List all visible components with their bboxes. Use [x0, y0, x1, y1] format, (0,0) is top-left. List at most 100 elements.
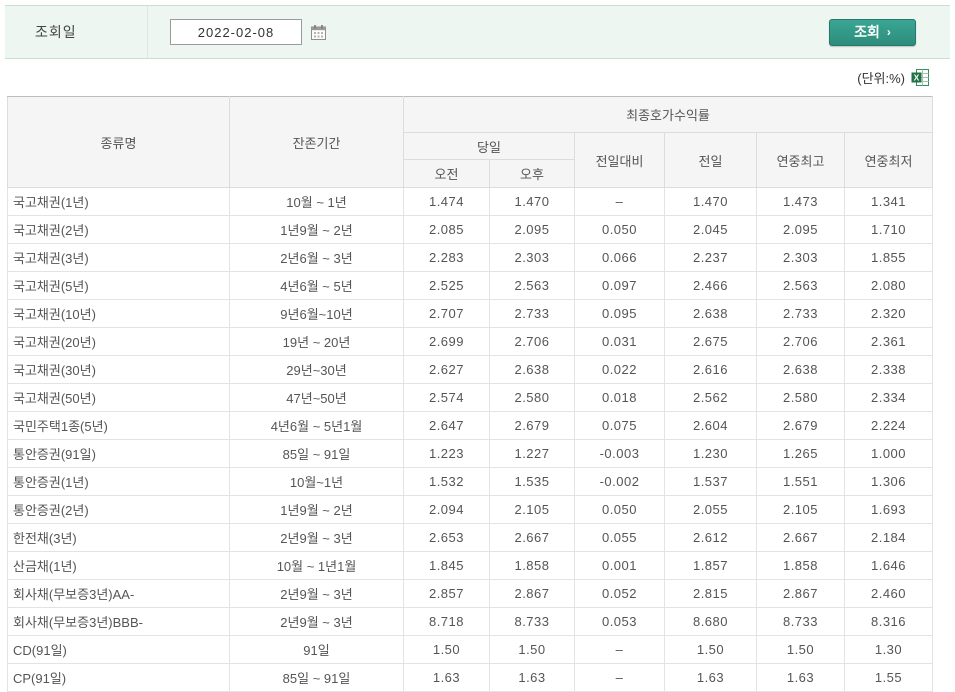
bar-divider	[147, 6, 148, 58]
table-row: 회사채(무보증3년)AA- 2년9월 ~ 3년 2.857 2.867 0.052 2.8…	[7, 579, 934, 608]
cell-yield-pm: 1.63	[489, 663, 575, 692]
cell-bond-name: 국고채권(5년)	[7, 271, 230, 300]
cell-year-high: 2.679	[756, 411, 845, 440]
yield-table: 종류명 잔존기간 최종호가수익률 당일 전일대비 전일 연중최고 연중최저 오전…	[7, 96, 934, 692]
cell-yield-am: 1.50	[403, 635, 490, 664]
cell-bond-name: 국고채권(20년)	[7, 327, 230, 356]
header-year-low: 연중최저	[843, 132, 934, 188]
table-row: 통안증권(2년) 1년9월 ~ 2년 2.094 2.105 0.050 2.055 2.1…	[7, 495, 934, 524]
table-row: 국고채권(5년) 4년6월 ~ 5년 2.525 2.563 0.097 2.466 2.5…	[7, 271, 934, 300]
cell-maturity: 2년9월 ~ 3년	[229, 523, 404, 552]
svg-text:X: X	[913, 72, 919, 82]
table-row: 한전채(3년) 2년9월 ~ 3년 2.653 2.667 0.055 2.612 2.66…	[7, 523, 934, 552]
cell-yield-am: 1.63	[403, 663, 490, 692]
cell-change: 0.053	[574, 607, 665, 636]
cell-prev-day: 1.537	[664, 467, 757, 496]
table-row: 국고채권(1년) 10월 ~ 1년 1.474 1.470–1.470 1.473 1.3…	[7, 187, 934, 216]
cell-yield-pm: 2.580	[489, 383, 575, 412]
unit-label: (단위:%)	[857, 71, 905, 86]
cell-yield-pm: 2.706	[489, 327, 575, 356]
cell-maturity: 10월 ~ 1년1월	[229, 551, 404, 580]
cell-prev-day: 1.63	[664, 663, 757, 692]
cell-yield-pm: 1.470	[489, 187, 575, 216]
cell-yield-am: 8.718	[403, 607, 490, 636]
cell-yield-pm: 1.858	[489, 551, 575, 580]
table-row: CP(91일) 85일 ~ 91일 1.63 1.63–1.63 1.63 1.55	[7, 663, 934, 692]
date-input[interactable]	[170, 19, 302, 45]
cell-maturity: 4년6월 ~ 5년1월	[229, 411, 404, 440]
cell-yield-am: 2.857	[403, 579, 490, 608]
cell-prev-day: 2.815	[664, 579, 757, 608]
cell-bond-name: CP(91일)	[7, 663, 230, 692]
cell-year-high: 1.50	[756, 635, 845, 664]
cell-maturity: 85일 ~ 91일	[229, 663, 404, 692]
search-button[interactable]: 조회 ›	[829, 18, 916, 46]
header-afternoon: 오후	[489, 159, 575, 188]
cell-yield-am: 2.085	[403, 215, 490, 244]
cell-year-low: 1.710	[843, 215, 934, 244]
cell-year-low: 8.316	[843, 607, 934, 636]
cell-yield-pm: 2.679	[489, 411, 575, 440]
cell-bond-name: 회사채(무보증3년)AA-	[7, 579, 230, 608]
cell-year-low: 2.460	[843, 579, 934, 608]
cell-bond-name: 산금채(1년)	[7, 551, 230, 580]
cell-yield-am: 1.845	[403, 551, 490, 580]
cell-year-high: 8.733	[756, 607, 845, 636]
cell-maturity: 2년6월 ~ 3년	[229, 243, 404, 272]
table-row: 회사채(무보증3년)BBB- 2년9월 ~ 3년 8.718 8.733 0.053 8.…	[7, 607, 934, 636]
cell-prev-day: 2.055	[664, 495, 757, 524]
excel-download-icon[interactable]: X	[910, 68, 930, 88]
header-vs-prev: 전일대비	[574, 132, 665, 188]
table-row: 국민주택1종(5년) 4년6월 ~ 5년1월 2.647 2.679 0.075 2.60…	[7, 411, 934, 440]
cell-change: 0.018	[574, 383, 665, 412]
cell-change: 0.001	[574, 551, 665, 580]
cell-year-low: 2.224	[843, 411, 934, 440]
cell-change: 0.052	[574, 579, 665, 608]
cell-change: 0.050	[574, 215, 665, 244]
header-bond-type: 종류명	[7, 96, 230, 188]
cell-prev-day: 2.616	[664, 355, 757, 384]
cell-year-low: 2.334	[843, 383, 934, 412]
cell-bond-name: 한전채(3년)	[7, 523, 230, 552]
cell-bond-name: 국고채권(10년)	[7, 299, 230, 328]
cell-year-high: 2.580	[756, 383, 845, 412]
cell-maturity: 2년9월 ~ 3년	[229, 607, 404, 636]
cell-yield-am: 2.627	[403, 355, 490, 384]
cell-change: -0.003	[574, 439, 665, 468]
cell-bond-name: 통안증권(2년)	[7, 495, 230, 524]
cell-prev-day: 2.466	[664, 271, 757, 300]
table-row: 국고채권(20년) 19년 ~ 20년 2.699 2.706 0.031 2.675 2.…	[7, 327, 934, 356]
cell-yield-am: 2.283	[403, 243, 490, 272]
cell-year-low: 1.855	[843, 243, 934, 272]
yield-table-body: 국고채권(1년) 10월 ~ 1년 1.474 1.470–1.470 1.473 1.3…	[7, 187, 934, 692]
header-morning: 오전	[403, 159, 490, 188]
cell-prev-day: 2.604	[664, 411, 757, 440]
calendar-icon[interactable]	[308, 22, 328, 42]
cell-year-high: 1.858	[756, 551, 845, 580]
cell-prev-day: 2.562	[664, 383, 757, 412]
cell-yield-pm: 2.105	[489, 495, 575, 524]
header-yield-group: 최종호가수익률	[402, 96, 934, 133]
cell-change: 0.031	[574, 327, 665, 356]
cell-change: 0.050	[574, 495, 665, 524]
cell-maturity: 1년9월 ~ 2년	[229, 215, 404, 244]
cell-year-low: 1.306	[843, 467, 934, 496]
cell-year-low: 1.646	[843, 551, 934, 580]
cell-year-high: 2.303	[756, 243, 845, 272]
cell-yield-pm: 1.535	[489, 467, 575, 496]
cell-maturity: 85일 ~ 91일	[229, 439, 404, 468]
cell-year-high: 1.473	[756, 187, 845, 216]
cell-change: 0.097	[574, 271, 665, 300]
cell-prev-day: 8.680	[664, 607, 757, 636]
cell-yield-pm: 2.638	[489, 355, 575, 384]
cell-prev-day: 2.612	[664, 523, 757, 552]
table-row: CD(91일) 91일 1.50 1.50–1.50 1.50 1.30	[7, 635, 934, 664]
cell-yield-am: 1.474	[403, 187, 490, 216]
table-row: 국고채권(50년) 47년~50년 2.574 2.580 0.018 2.562 2.58…	[7, 383, 934, 412]
cell-year-low: 1.55	[843, 663, 934, 692]
cell-maturity: 10월~1년	[229, 467, 404, 496]
cell-year-high: 2.667	[756, 523, 845, 552]
page: 조회일 조회 › (단위:%)	[0, 0, 955, 692]
table-row: 통안증권(91일) 85일 ~ 91일 1.223 1.227 -0.003 1.230 1…	[7, 439, 934, 468]
cell-change: 0.055	[574, 523, 665, 552]
